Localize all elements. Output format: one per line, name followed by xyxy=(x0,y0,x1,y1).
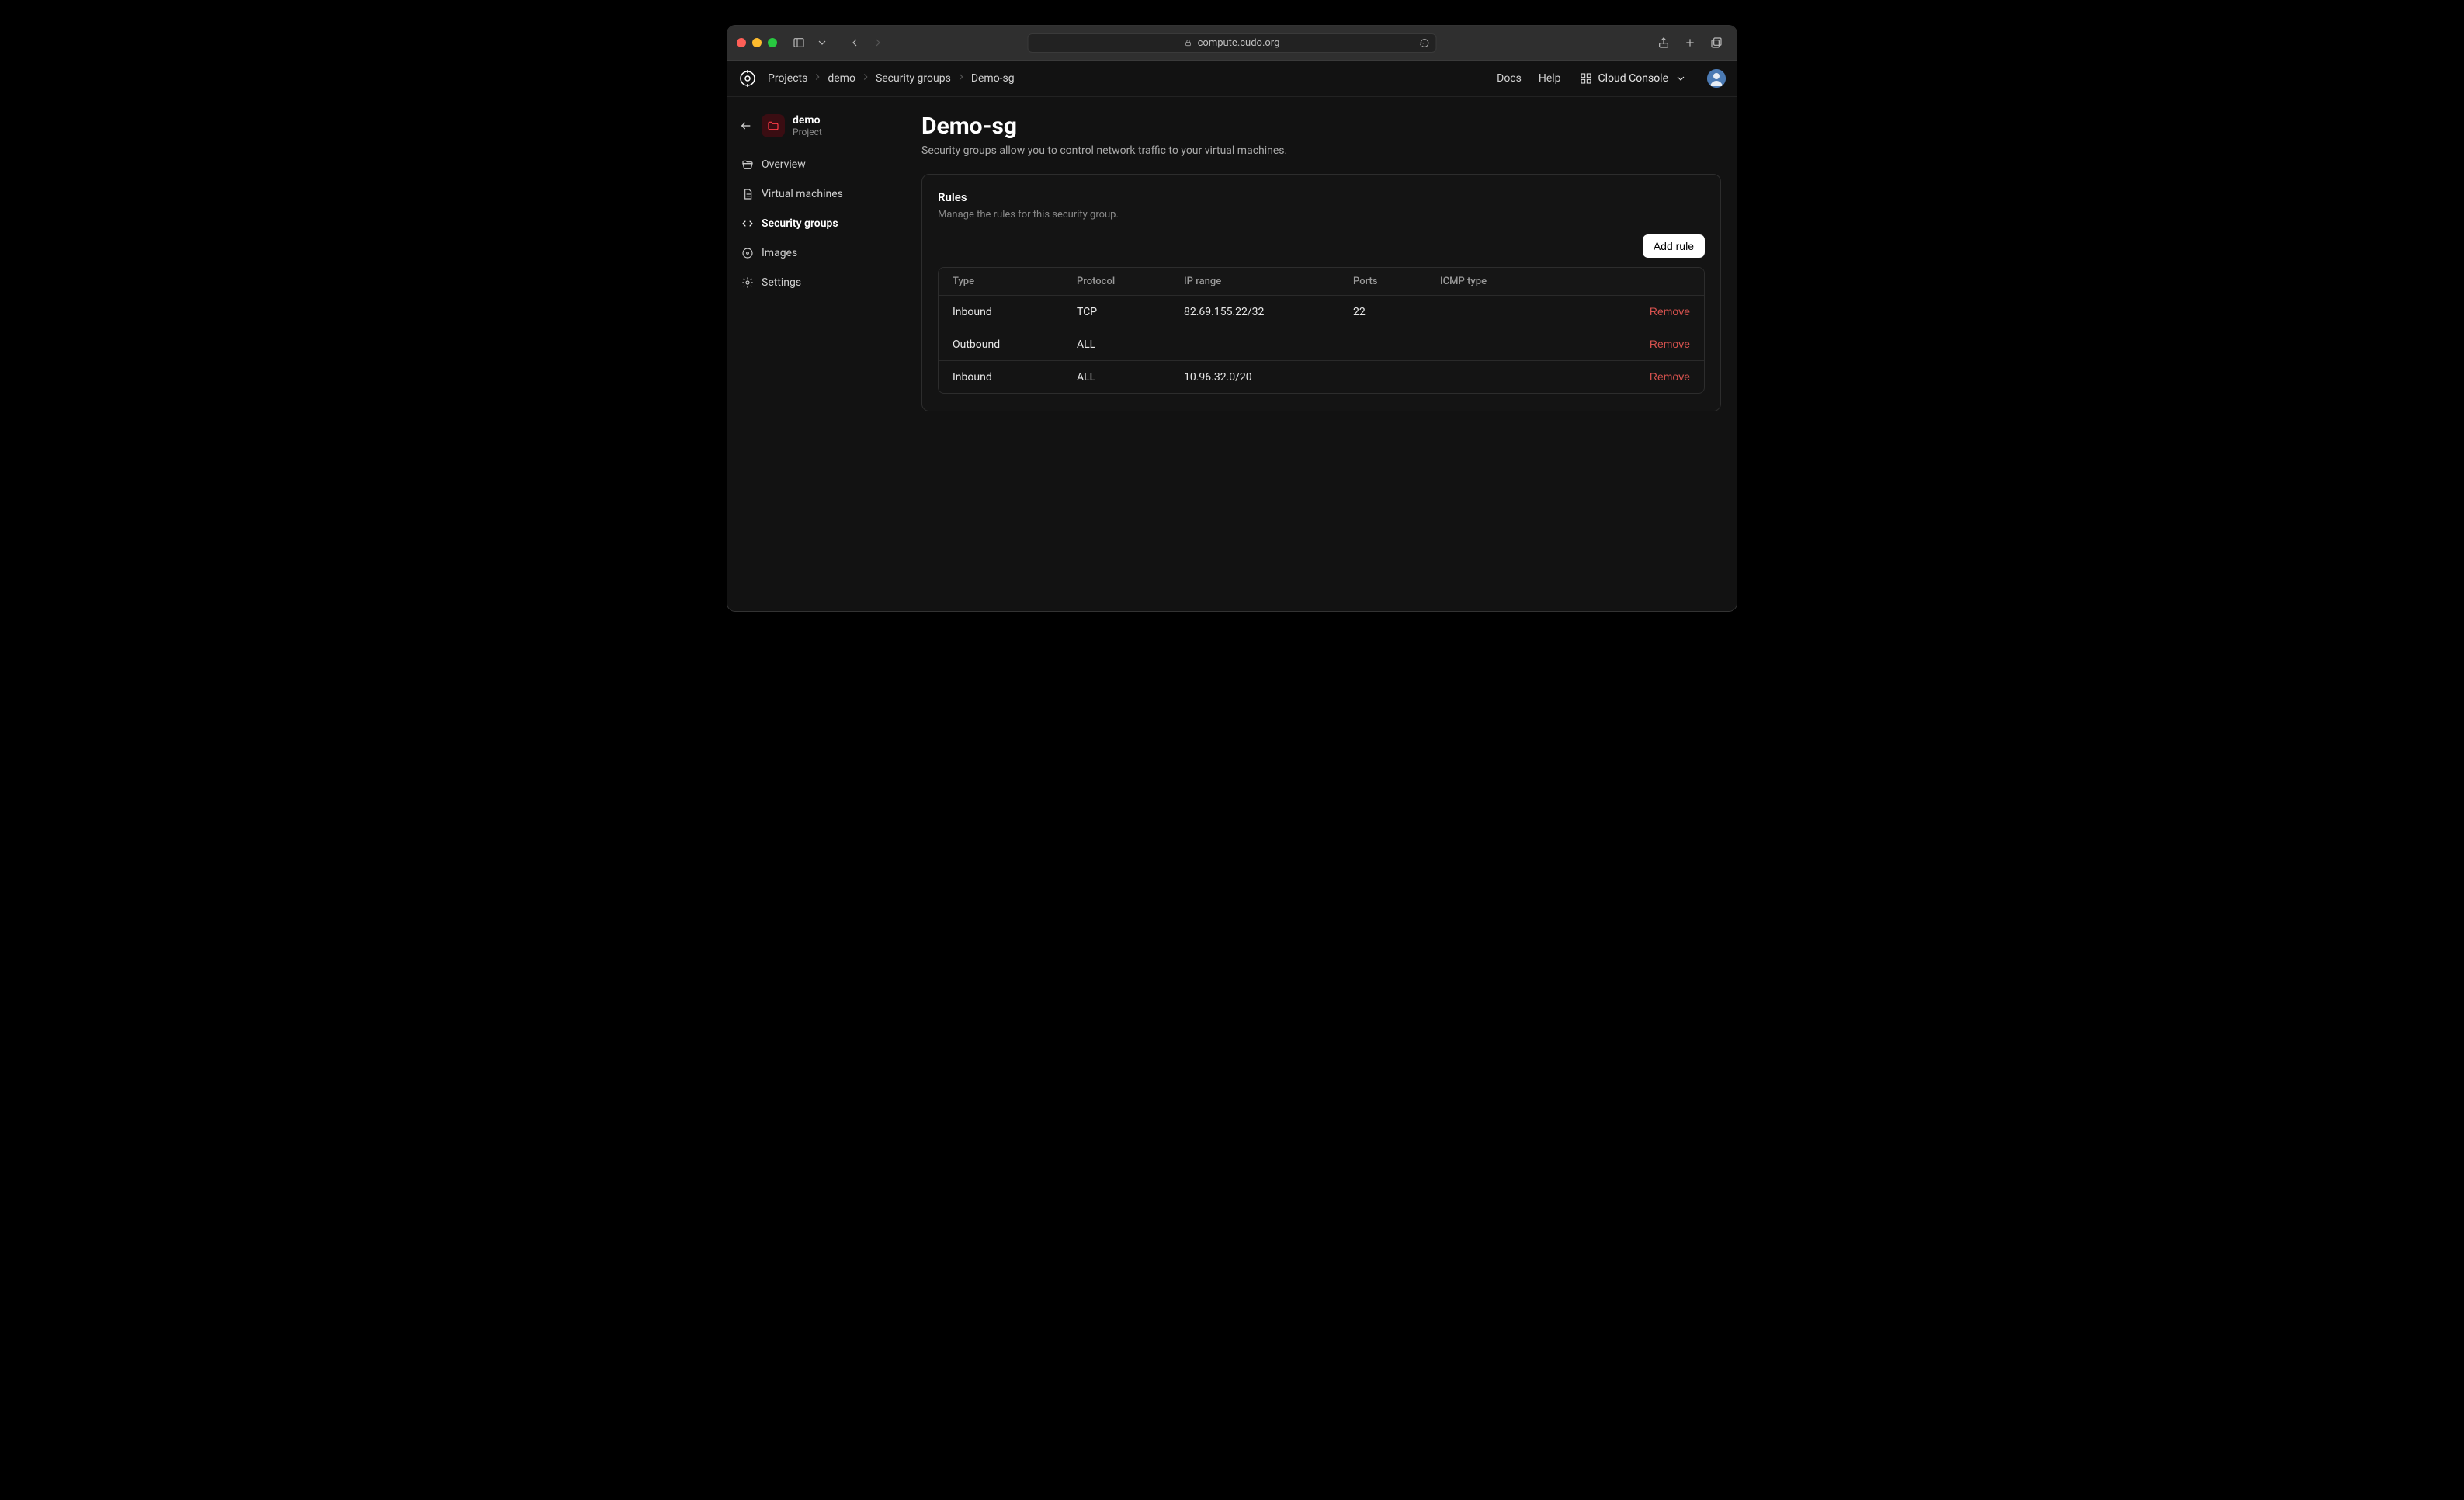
sidebar-item-label: Images xyxy=(762,247,797,259)
col-ports: Ports xyxy=(1339,268,1426,295)
sidebar-item-security-groups[interactable]: Security groups xyxy=(734,210,900,237)
document-icon xyxy=(741,188,754,200)
user-avatar[interactable] xyxy=(1707,69,1726,88)
cell-type: Outbound xyxy=(939,328,1063,360)
col-protocol: Protocol xyxy=(1063,268,1170,295)
sidebar-item-label: Virtual machines xyxy=(762,188,843,200)
cell-actions: Remove xyxy=(1519,295,1704,328)
breadcrumb: Projects demo Security groups Demo-sg xyxy=(768,71,1015,85)
breadcrumb-current[interactable]: Demo-sg xyxy=(971,72,1015,85)
window-maximize-button[interactable] xyxy=(768,38,777,47)
arrows-horizontal-icon xyxy=(741,217,754,230)
share-button[interactable] xyxy=(1653,32,1674,54)
cell-protocol: TCP xyxy=(1063,295,1170,328)
cell-actions: Remove xyxy=(1519,360,1704,393)
lock-icon xyxy=(1185,38,1192,47)
cell-icmp-type xyxy=(1426,295,1519,328)
address-bar[interactable]: compute.cudo.org xyxy=(1028,33,1437,53)
new-tab-button[interactable] xyxy=(1679,32,1701,54)
remove-rule-button[interactable]: Remove xyxy=(1650,370,1690,383)
sidebar-item-label: Overview xyxy=(762,158,806,171)
main-content: Demo-sg Security groups allow you to con… xyxy=(906,97,1737,611)
back-button[interactable] xyxy=(738,118,754,134)
address-url: compute.cudo.org xyxy=(1198,37,1280,49)
rules-card: Rules Manage the rules for this security… xyxy=(921,174,1721,411)
docs-link[interactable]: Docs xyxy=(1492,69,1526,88)
folder-open-icon xyxy=(741,158,754,171)
disc-icon xyxy=(741,247,754,259)
cell-icmp-type xyxy=(1426,360,1519,393)
col-icmp-type: ICMP type xyxy=(1426,268,1519,295)
page-subtitle: Security groups allow you to control net… xyxy=(921,144,1737,157)
sidebar-item-virtual-machines[interactable]: Virtual machines xyxy=(734,181,900,207)
sidebar-item-settings[interactable]: Settings xyxy=(734,269,900,296)
chevron-right-icon xyxy=(956,71,967,85)
cell-icmp-type xyxy=(1426,328,1519,360)
app-header: Projects demo Security groups Demo-sg Do… xyxy=(727,61,1737,97)
tab-group-dropdown[interactable] xyxy=(811,32,833,54)
cloud-console-dropdown[interactable]: Cloud Console xyxy=(1574,69,1693,88)
help-link[interactable]: Help xyxy=(1534,69,1566,88)
cell-ip-range: 82.69.155.22/32 xyxy=(1170,295,1339,328)
breadcrumb-security-groups[interactable]: Security groups xyxy=(876,72,951,85)
sidebar-item-label: Security groups xyxy=(762,217,838,230)
folder-icon xyxy=(762,114,785,137)
cloud-console-label: Cloud Console xyxy=(1598,72,1668,85)
rules-heading: Rules xyxy=(938,190,1705,204)
project-name: demo xyxy=(793,114,822,127)
browser-window: compute.cudo.org Projects demo Security … xyxy=(727,26,1737,611)
cell-ports xyxy=(1339,360,1426,393)
sidebar-item-label: Settings xyxy=(762,276,801,289)
page-title: Demo-sg xyxy=(921,113,1737,140)
table-row: InboundALL10.96.32.0/20 Remove xyxy=(939,360,1704,393)
cell-actions: Remove xyxy=(1519,328,1704,360)
project-header: demo Project xyxy=(734,111,900,148)
remove-rule-button[interactable]: Remove xyxy=(1650,338,1690,350)
reload-icon[interactable] xyxy=(1420,38,1430,48)
sidebar-item-images[interactable]: Images xyxy=(734,240,900,266)
table-row: InboundTCP82.69.155.22/3222 Remove xyxy=(939,295,1704,328)
cell-ports xyxy=(1339,328,1426,360)
remove-rule-button[interactable]: Remove xyxy=(1650,305,1690,318)
cell-ip-range: 10.96.32.0/20 xyxy=(1170,360,1339,393)
tab-overview-button[interactable] xyxy=(1706,32,1727,54)
rules-table: Type Protocol IP range Ports ICMP type I… xyxy=(938,267,1705,394)
nav-back-button[interactable] xyxy=(844,32,866,54)
col-ip-range: IP range xyxy=(1170,268,1339,295)
project-sublabel: Project xyxy=(793,127,822,137)
window-close-button[interactable] xyxy=(737,38,746,47)
chevron-down-icon xyxy=(1674,72,1687,85)
nav-forward-button[interactable] xyxy=(867,32,889,54)
cell-type: Inbound xyxy=(939,360,1063,393)
cell-ports: 22 xyxy=(1339,295,1426,328)
window-controls xyxy=(737,38,777,47)
col-type: Type xyxy=(939,268,1063,295)
window-minimize-button[interactable] xyxy=(752,38,762,47)
gear-icon xyxy=(741,276,754,289)
cell-type: Inbound xyxy=(939,295,1063,328)
grid-icon xyxy=(1580,72,1592,85)
sidebar: demo Project Overview Virtual machines S… xyxy=(727,97,906,611)
sidebar-item-overview[interactable]: Overview xyxy=(734,151,900,178)
chevron-right-icon xyxy=(860,71,871,85)
add-rule-button[interactable]: Add rule xyxy=(1643,234,1705,258)
cell-protocol: ALL xyxy=(1063,328,1170,360)
rules-description: Manage the rules for this security group… xyxy=(938,209,1705,220)
breadcrumb-projects[interactable]: Projects xyxy=(768,72,807,85)
breadcrumb-project[interactable]: demo xyxy=(828,72,855,85)
app-logo[interactable] xyxy=(738,69,757,88)
chevron-right-icon xyxy=(812,71,823,85)
cell-ip-range xyxy=(1170,328,1339,360)
table-row: OutboundALL Remove xyxy=(939,328,1704,360)
browser-toolbar: compute.cudo.org xyxy=(727,26,1737,61)
cell-protocol: ALL xyxy=(1063,360,1170,393)
sidebar-toggle-button[interactable] xyxy=(788,32,810,54)
